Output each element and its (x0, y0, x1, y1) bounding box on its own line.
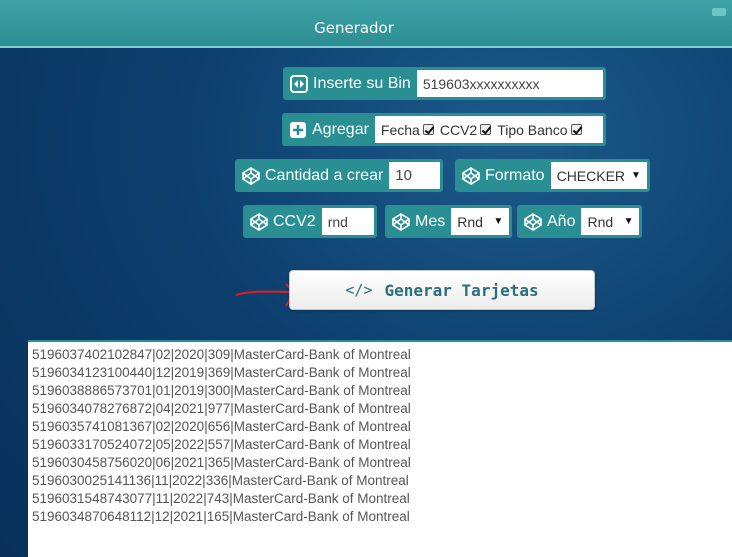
codepen-icon (242, 166, 260, 185)
cantidad-label: Cantidad a crear (235, 159, 390, 192)
output-line: 5196030025141136|11|2022|336|MasterCard-… (32, 473, 409, 488)
output-line: 5196034078276872|04|2021|977|MasterCard-… (32, 401, 411, 416)
formato-label-text: Formato (485, 166, 545, 184)
bin-input[interactable]: 519603xxxxxxxxxx (416, 67, 606, 100)
anio-selected-value: Rnd (587, 213, 614, 230)
formato-selected-value: CHECKER (556, 167, 626, 184)
caret-down-icon: ▼ (631, 170, 641, 181)
output-line: 5196033170524072|05|2022|557|MasterCard-… (32, 437, 411, 452)
output-line: 5196035741081367|02|2020|656|MasterCard-… (32, 419, 411, 434)
ccv2-group: CCV2 rnd (243, 205, 377, 238)
plus-square-icon (290, 121, 306, 138)
ccv2-option-label: CCV2 (439, 121, 478, 138)
agregar-options: Fecha CCV2 Tipo Banco (374, 113, 606, 146)
diamond-icon (290, 74, 308, 93)
tipo-banco-checkbox[interactable] (570, 124, 582, 135)
output-line: 5196038886573701|01|2019|300|MasterCard-… (32, 383, 411, 398)
output-line: 5196034123100440|12|2019|369|MasterCard-… (32, 365, 411, 380)
mes-selected-value: Rnd (457, 213, 483, 230)
formato-label: Formato (455, 159, 551, 192)
top-bar: Generador (0, 0, 732, 48)
anio-group: Año Rnd ▼ (517, 205, 643, 238)
output-line: 5196034870648112|12|2021|165|MasterCard-… (32, 509, 410, 524)
anio-label-text: Año (547, 212, 576, 230)
agregar-label: Agregar (282, 113, 375, 146)
output-line: 5196030458756020|06|2021|365|MasterCard-… (32, 455, 411, 470)
fecha-checkbox[interactable] (422, 124, 434, 135)
mes-label-text: Mes (415, 212, 446, 230)
output-line: 5196031548743077|11|2022|743|MasterCard-… (32, 491, 410, 506)
fecha-option-label: Fecha (380, 121, 420, 138)
ccv2-input[interactable]: rnd (321, 205, 377, 238)
mes-group: Mes Rnd ▼ (385, 205, 513, 238)
code-icon: </> (345, 281, 373, 299)
cantidad-group: Cantidad a crear 10 (235, 159, 444, 192)
cantidad-input[interactable]: 10 (389, 159, 444, 192)
generar-tarjetas-button[interactable]: </> Generar Tarjetas (289, 270, 595, 310)
codepen-icon (250, 212, 268, 231)
ccv2-checkbox[interactable] (480, 124, 492, 135)
anio-select[interactable]: Rnd ▼ (581, 205, 643, 238)
codepen-icon (462, 166, 480, 185)
generar-tarjetas-label: Generar Tarjetas (384, 280, 539, 300)
caret-down-icon: ▼ (623, 216, 634, 227)
codepen-icon (524, 212, 542, 231)
output-line: 5196037402102847|02|2020|309|MasterCard-… (32, 347, 411, 362)
formato-group: Formato CHECKER ▼ (455, 159, 650, 192)
bin-label: Inserte su Bin (283, 67, 417, 100)
mes-select[interactable]: Rnd ▼ (451, 205, 513, 238)
agregar-group: Agregar Fecha CCV2 Tipo Banco (282, 113, 606, 146)
top-bar-decoration (712, 8, 726, 16)
cantidad-label-text: Cantidad a crear (265, 166, 384, 184)
bin-group: Inserte su Bin 519603xxxxxxxxxx (283, 67, 606, 100)
agregar-label-text: Agregar (312, 120, 369, 138)
ccv2-label-text: CCV2 (273, 212, 316, 230)
mes-label: Mes (385, 205, 452, 238)
anio-label: Año (517, 205, 582, 238)
codepen-icon (392, 212, 410, 231)
caret-down-icon: ▼ (493, 216, 504, 227)
page-title: Generador (314, 19, 394, 37)
ccv2-label: CCV2 (243, 205, 322, 238)
formato-select[interactable]: CHECKER ▼ (550, 159, 650, 192)
tipo-banco-option-label: Tipo Banco (497, 121, 568, 138)
bin-label-text: Inserte su Bin (313, 74, 411, 92)
output-textarea[interactable]: 5196037402102847|02|2020|309|MasterCard-… (28, 340, 732, 557)
